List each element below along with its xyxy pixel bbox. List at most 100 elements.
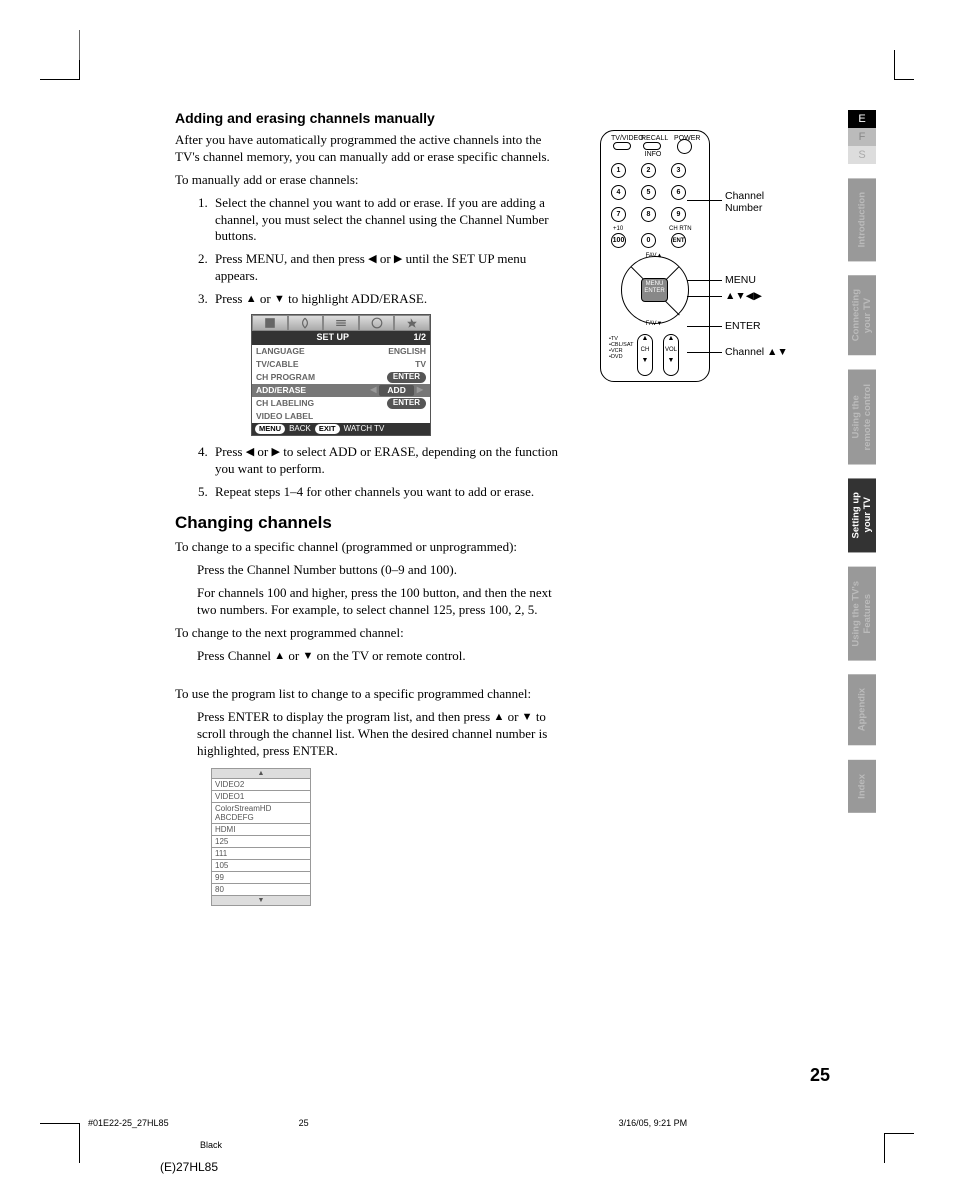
step-list: Select the channel you want to add or er… bbox=[211, 195, 565, 501]
cc-p2a: Press Channel ▲ or ▼ on the TV or remote… bbox=[197, 648, 565, 665]
lang-tabs: E F S bbox=[848, 110, 876, 164]
osd-foot-watch: WATCH TV bbox=[344, 424, 385, 434]
footer-meta: #01E22-25_27HL85 25 3/16/05, 9:21 PM bbox=[88, 1118, 788, 1128]
list-item: 125 bbox=[212, 835, 311, 847]
osd-row: LANGUAGEENGLISH bbox=[252, 345, 430, 358]
osd-tab-icon bbox=[288, 315, 324, 331]
callout-arrows: ▲▼◀▶ bbox=[725, 290, 762, 302]
step-1: Select the channel you want to add or er… bbox=[211, 195, 565, 246]
footer-model: (E)27HL85 bbox=[160, 1160, 218, 1174]
label-chrtn: CH RTN bbox=[669, 226, 692, 232]
cc-p1b: For channels 100 and higher, press the 1… bbox=[197, 585, 565, 619]
list-item: HDMI bbox=[212, 823, 311, 835]
osd-foot-back: BACK bbox=[289, 424, 311, 434]
callout-line bbox=[687, 326, 722, 327]
text: Press MENU, and then press bbox=[215, 251, 368, 266]
right-column: TV/VIDEO RECALL POWER INFO 123456789 +10… bbox=[595, 130, 815, 382]
osd-rows: LANGUAGEENGLISHTV/CABLETVCH PROGRAMENTER… bbox=[252, 345, 430, 423]
tab-remote: Using the remote control bbox=[848, 370, 876, 465]
step-2: Press MENU, and then press ◀ or ▶ until … bbox=[211, 251, 565, 285]
osd-foot-menu: MENU bbox=[255, 424, 285, 434]
osd-tab-icon bbox=[323, 315, 359, 331]
heading-adding: Adding and erasing channels manually bbox=[175, 110, 565, 126]
left-arrow-icon: ◀ bbox=[246, 446, 254, 458]
osd-row: CH LABELINGENTER bbox=[252, 397, 430, 410]
mode-labels: •TV•CBL/SAT•VCR•DVD bbox=[609, 336, 633, 360]
btn-ch: ▲ CH ▼ bbox=[637, 334, 653, 376]
right-arrow-icon: ▶ bbox=[272, 446, 280, 458]
btn-num-4: 4 bbox=[611, 185, 626, 200]
osd-setup: SET UP 1/2 LANGUAGEENGLISHTV/CABLETVCH P… bbox=[251, 314, 431, 436]
btn-num-8: 8 bbox=[641, 207, 656, 222]
up-arrow-icon: ▲ bbox=[274, 650, 285, 662]
osd-tab-icon bbox=[252, 315, 288, 331]
right-arrow-icon: ▶ bbox=[394, 253, 402, 265]
callout-line bbox=[687, 200, 722, 201]
text: Press bbox=[215, 444, 246, 459]
cc-p1: To change to a specific channel (program… bbox=[175, 539, 565, 556]
cc-p3a: Press ENTER to display the program list,… bbox=[197, 709, 565, 760]
callout-menu: MENU bbox=[725, 274, 756, 286]
callout-line bbox=[687, 296, 722, 297]
label-info: INFO bbox=[644, 151, 662, 158]
crop-mark bbox=[40, 1123, 80, 1163]
osd-row: TV/CABLETV bbox=[252, 358, 430, 371]
osd-page: 1/2 bbox=[413, 332, 430, 344]
list-item: 99 bbox=[212, 871, 311, 883]
up-arrow-icon: ▲ bbox=[493, 711, 504, 723]
footer-pagenum: 25 bbox=[299, 1118, 309, 1128]
lang-tab-f: F bbox=[848, 128, 876, 146]
osd-title: SET UP 1/2 bbox=[252, 331, 430, 345]
btn-power bbox=[677, 139, 692, 154]
tab-setup: Setting up your TV bbox=[848, 478, 876, 552]
heading-changing: Changing channels bbox=[175, 513, 565, 533]
label-tvvideo: TV/VIDEO bbox=[611, 135, 633, 142]
btn-recall bbox=[643, 142, 661, 150]
crop-mark bbox=[894, 50, 914, 80]
left-arrow-icon: ◀ bbox=[368, 253, 376, 265]
callout-enter: ENTER bbox=[725, 320, 761, 332]
left-column: Adding and erasing channels manually Aft… bbox=[175, 110, 565, 906]
step-3: Press ▲ or ▼ to highlight ADD/ERASE. SET… bbox=[211, 291, 565, 436]
text: or bbox=[285, 648, 302, 663]
osd-row: CH PROGRAMENTER bbox=[252, 371, 430, 384]
tab-connecting: Connecting your TV bbox=[848, 275, 876, 355]
list-item: 111 bbox=[212, 847, 311, 859]
cc-p3: To use the program list to change to a s… bbox=[175, 686, 565, 703]
lang-tab-e: E bbox=[848, 110, 876, 128]
para-intro: After you have automatically programmed … bbox=[175, 132, 565, 166]
step-4: Press ◀ or ▶ to select ADD or ERASE, dep… bbox=[211, 444, 565, 478]
label-favup: FAV▲ bbox=[639, 253, 669, 259]
text: or bbox=[254, 444, 271, 459]
crop-mark bbox=[65, 30, 80, 60]
up-arrow-icon: ▲ bbox=[246, 293, 257, 305]
text: Press ENTER to display the program list,… bbox=[197, 709, 493, 724]
lang-tab-s: S bbox=[848, 146, 876, 164]
osd-footer: MENU BACK EXIT WATCH TV bbox=[252, 423, 430, 435]
text: to highlight ADD/ERASE. bbox=[285, 291, 427, 306]
label-plus10: +10 bbox=[613, 226, 623, 232]
btn-num-2: 2 bbox=[641, 163, 656, 178]
osd-foot-exit: EXIT bbox=[315, 424, 340, 434]
down-arrow-icon: ▼ bbox=[303, 650, 314, 662]
text: on the TV or remote control. bbox=[313, 648, 465, 663]
list-item: ColorStreamHD ABCDEFG bbox=[212, 802, 311, 823]
tab-introduction: Introduction bbox=[848, 178, 876, 261]
down-arrow-icon: ▼ bbox=[212, 895, 311, 905]
text: or bbox=[504, 709, 521, 724]
btn-num-9: 9 bbox=[671, 207, 686, 222]
remote-body: TV/VIDEO RECALL POWER INFO 123456789 +10… bbox=[600, 130, 710, 382]
callout-chan: Channel ▲▼ bbox=[725, 346, 788, 358]
step-5: Repeat steps 1–4 for other channels you … bbox=[211, 484, 565, 501]
btn-num-7: 7 bbox=[611, 207, 626, 222]
side-tabs: E F S Introduction Connecting your TV Us… bbox=[848, 110, 876, 812]
list-item: VIDEO1 bbox=[212, 790, 311, 802]
tab-index: Index bbox=[848, 760, 876, 813]
tab-features: Using the TV's Features bbox=[848, 567, 876, 661]
para-instr: To manually add or erase channels: bbox=[175, 172, 565, 189]
down-arrow-icon: ▼ bbox=[274, 293, 285, 305]
footer-timestamp: 3/16/05, 9:21 PM bbox=[619, 1118, 688, 1128]
label-favdn: FAV▼ bbox=[639, 321, 669, 327]
down-arrow-icon: ▼ bbox=[522, 711, 533, 723]
btn-ent: ENT bbox=[671, 233, 686, 248]
